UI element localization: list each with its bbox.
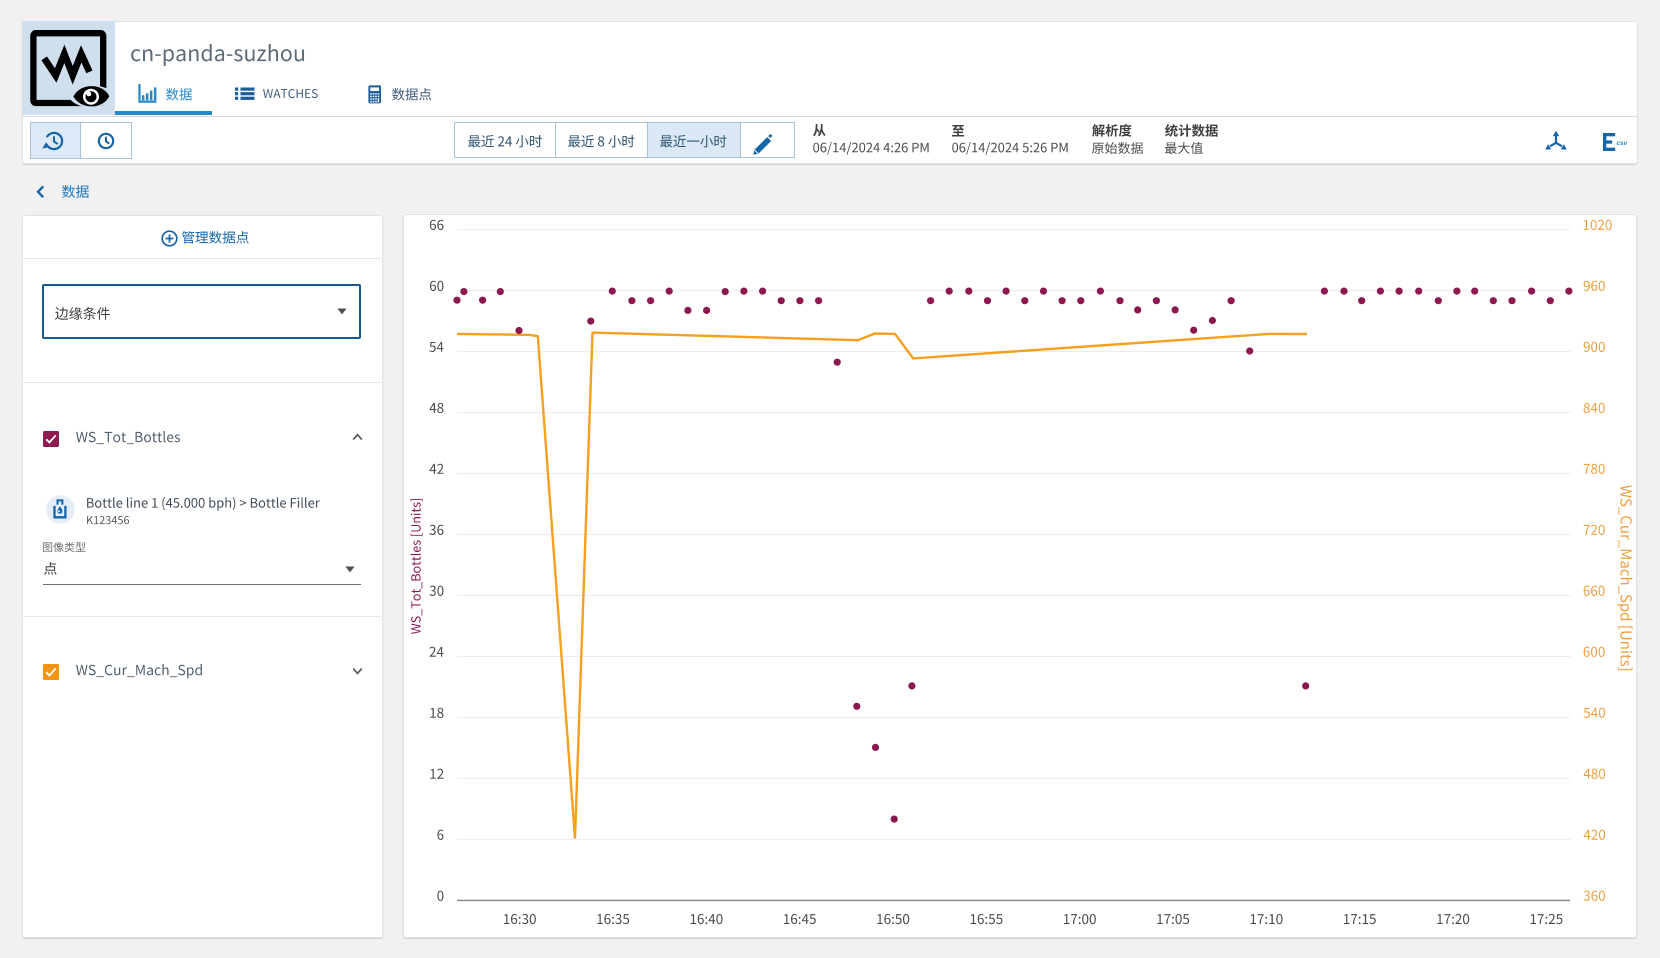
svg-text:csv: csv	[1617, 140, 1628, 147]
